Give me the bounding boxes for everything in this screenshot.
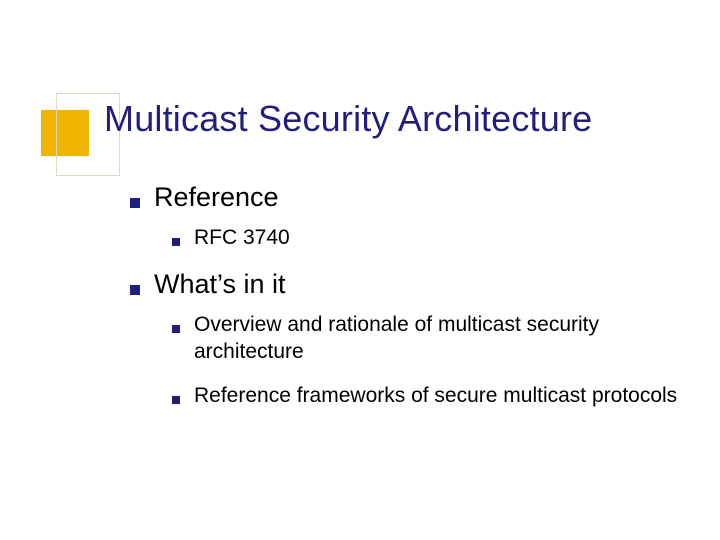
square-bullet-icon bbox=[130, 285, 140, 295]
decoration-yellow-block bbox=[41, 110, 89, 156]
square-bullet-icon bbox=[172, 238, 180, 246]
slide-title: Multicast Security Architecture bbox=[104, 98, 592, 140]
list-item-label: Reference bbox=[154, 182, 680, 213]
square-bullet-icon bbox=[172, 396, 180, 404]
square-bullet-icon bbox=[130, 198, 140, 208]
list-subitem: RFC 3740 bbox=[172, 225, 680, 251]
list-subitem: Reference frameworks of secure multicast… bbox=[172, 383, 680, 409]
slide-content: Reference RFC 3740 What’s in it Overview… bbox=[130, 182, 680, 427]
list-subitem-label: RFC 3740 bbox=[194, 225, 680, 251]
list-item-label: What’s in it bbox=[154, 269, 680, 300]
list-item: What’s in it bbox=[130, 269, 680, 300]
list-item: Reference bbox=[130, 182, 680, 213]
list-subitem: Overview and rationale of multicast secu… bbox=[172, 312, 680, 365]
square-bullet-icon bbox=[172, 325, 180, 333]
list-subitem-label: Overview and rationale of multicast secu… bbox=[194, 312, 680, 365]
list-subitem-label: Reference frameworks of secure multicast… bbox=[194, 383, 680, 409]
